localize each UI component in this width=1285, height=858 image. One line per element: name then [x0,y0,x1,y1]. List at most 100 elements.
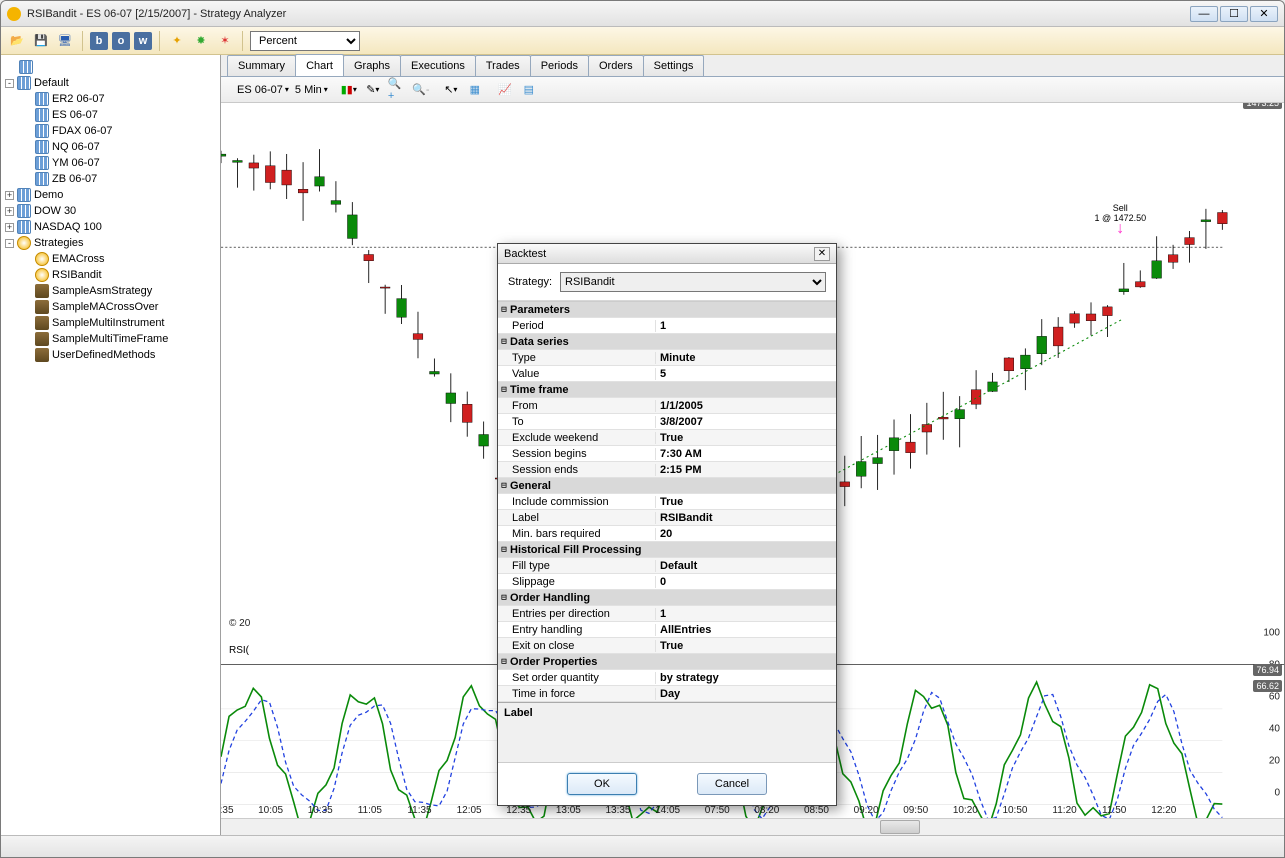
tree-item[interactable]: EMACross [1,251,220,267]
o-button[interactable]: o [112,32,130,50]
b-button[interactable]: b [90,32,108,50]
tree-panel[interactable]: -DefaultER2 06-07ES 06-07FDAX 06-07NQ 06… [1,55,221,835]
tree-label: Demo [34,189,63,201]
pg-row[interactable]: Value5 [498,366,836,382]
instrument-dropdown[interactable]: ES 06-07 ▾ [237,84,289,96]
pg-group[interactable]: ⊟Order Properties [498,654,836,670]
tree-item[interactable]: +NASDAQ 100 [1,219,220,235]
pg-row[interactable]: Min. bars required20 [498,526,836,542]
tree-item[interactable]: SampleAsmStrategy [1,283,220,299]
horizontal-scrollbar[interactable] [221,818,1284,835]
pg-row[interactable]: LabelRSIBandit [498,510,836,526]
pack-icon [35,300,49,314]
open-icon[interactable]: 📂 [7,31,27,51]
tree-item[interactable]: SampleMultiTimeFrame [1,331,220,347]
pg-row[interactable]: Period1 [498,318,836,334]
tree-item[interactable]: +DOW 30 [1,203,220,219]
spark-red-icon[interactable]: ✶ [215,31,235,51]
cancel-button[interactable]: Cancel [697,773,767,795]
interval-dropdown[interactable]: 5 Min ▾ [295,84,328,96]
pg-group[interactable]: ⊟General [498,478,836,494]
maximize-button[interactable]: ☐ [1220,6,1248,22]
save-icon[interactable]: 💾 [31,31,51,51]
pg-row[interactable]: Session ends2:15 PM [498,462,836,478]
candle-style-icon[interactable]: ▮▮▾ [340,81,358,99]
grid-icon [35,140,49,154]
ok-button[interactable]: OK [567,773,637,795]
pg-row[interactable]: Include commissionTrue [498,494,836,510]
pg-row[interactable]: Entries per direction1 [498,606,836,622]
close-button[interactable]: ✕ [1250,6,1278,22]
spark-yellow-icon[interactable]: ✦ [167,31,187,51]
monitor-icon[interactable]: 🖥 [55,31,75,51]
pg-group[interactable]: ⊟Parameters [498,302,836,318]
tree-item[interactable]: -Strategies [1,235,220,251]
percent-combo[interactable]: Percent [250,31,360,51]
tree-item[interactable]: -Default [1,75,220,91]
tree-item[interactable]: RSIBandit [1,267,220,283]
pg-row[interactable]: TypeMinute [498,350,836,366]
grid-icon[interactable]: ▤ [520,81,538,99]
pg-row[interactable]: Slippage0 [498,574,836,590]
pen-icon[interactable]: ✎▾ [364,81,382,99]
pg-row[interactable]: To3/8/2007 [498,414,836,430]
property-grid[interactable]: ⊟ParametersPeriod1⊟Data seriesTypeMinute… [498,301,836,702]
expander-icon[interactable]: - [5,239,14,248]
pg-row[interactable]: From1/1/2005 [498,398,836,414]
pg-group[interactable]: ⊟Order Handling [498,590,836,606]
tree-item[interactable]: NQ 06-07 [1,139,220,155]
cursor-icon[interactable]: ↖▾ [442,81,460,99]
tree-item[interactable]: FDAX 06-07 [1,123,220,139]
expander-icon[interactable]: + [5,207,14,216]
chart-content[interactable]: 1474.751474.501474.251474.001473.751473.… [221,103,1284,818]
minimize-button[interactable]: — [1190,6,1218,22]
panel-icon[interactable]: ▦ [466,81,484,99]
pg-row[interactable]: Exclude weekendTrue [498,430,836,446]
strategy-select[interactable]: RSIBandit [560,272,826,292]
w-button[interactable]: w [134,32,152,50]
tab-trades[interactable]: Trades [475,55,531,76]
rsi-label: RSI( [229,645,249,656]
pg-row[interactable]: Set order quantityby strategy [498,670,836,686]
pg-row[interactable]: Entry handlingAllEntries [498,622,836,638]
tree-item[interactable]: SampleMACrossOver [1,299,220,315]
zoom-in-icon[interactable]: 🔍+ [388,81,406,99]
tree-item[interactable]: ZB 06-07 [1,171,220,187]
tab-graphs[interactable]: Graphs [343,55,401,76]
pg-row[interactable]: Session begins7:30 AM [498,446,836,462]
dialog-close-icon[interactable]: ✕ [814,247,830,261]
tab-orders[interactable]: Orders [588,55,644,76]
tab-executions[interactable]: Executions [400,55,476,76]
chart-icon[interactable]: 📈 [496,81,514,99]
tree-item[interactable]: UserDefinedMethods [1,347,220,363]
description-panel: Label [498,702,836,762]
zoom-out-icon[interactable]: 🔍- [412,81,430,99]
coin-icon [17,236,31,250]
x-tick: 14:05 [655,805,680,816]
pack-icon [35,316,49,330]
tab-summary[interactable]: Summary [227,55,296,76]
pg-group[interactable]: ⊟Time frame [498,382,836,398]
spark-green-icon[interactable]: ✸ [191,31,211,51]
pg-row[interactable]: Fill typeDefault [498,558,836,574]
pg-group[interactable]: ⊟Historical Fill Processing [498,542,836,558]
expander-icon[interactable]: + [5,191,14,200]
tree-label: SampleAsmStrategy [52,285,152,297]
trade-annotation: Sell1 @ 1472.50↓ [1094,203,1146,235]
tree-item[interactable]: YM 06-07 [1,155,220,171]
tab-chart[interactable]: Chart [295,54,344,76]
expander-icon[interactable]: - [5,79,14,88]
pg-row[interactable]: Time in forceDay [498,686,836,702]
tree-item[interactable]: ES 06-07 [1,107,220,123]
ind-value-tag: 66.62 [1253,680,1282,692]
tab-settings[interactable]: Settings [643,55,705,76]
pg-group[interactable]: ⊟Data series [498,334,836,350]
x-tick: 12:05 [457,805,482,816]
tree-item[interactable] [1,59,220,75]
pg-row[interactable]: Exit on closeTrue [498,638,836,654]
expander-icon[interactable]: + [5,223,14,232]
tab-periods[interactable]: Periods [530,55,589,76]
tree-item[interactable]: SampleMultiInstrument [1,315,220,331]
tree-item[interactable]: ER2 06-07 [1,91,220,107]
tree-item[interactable]: + Demo [1,187,220,203]
